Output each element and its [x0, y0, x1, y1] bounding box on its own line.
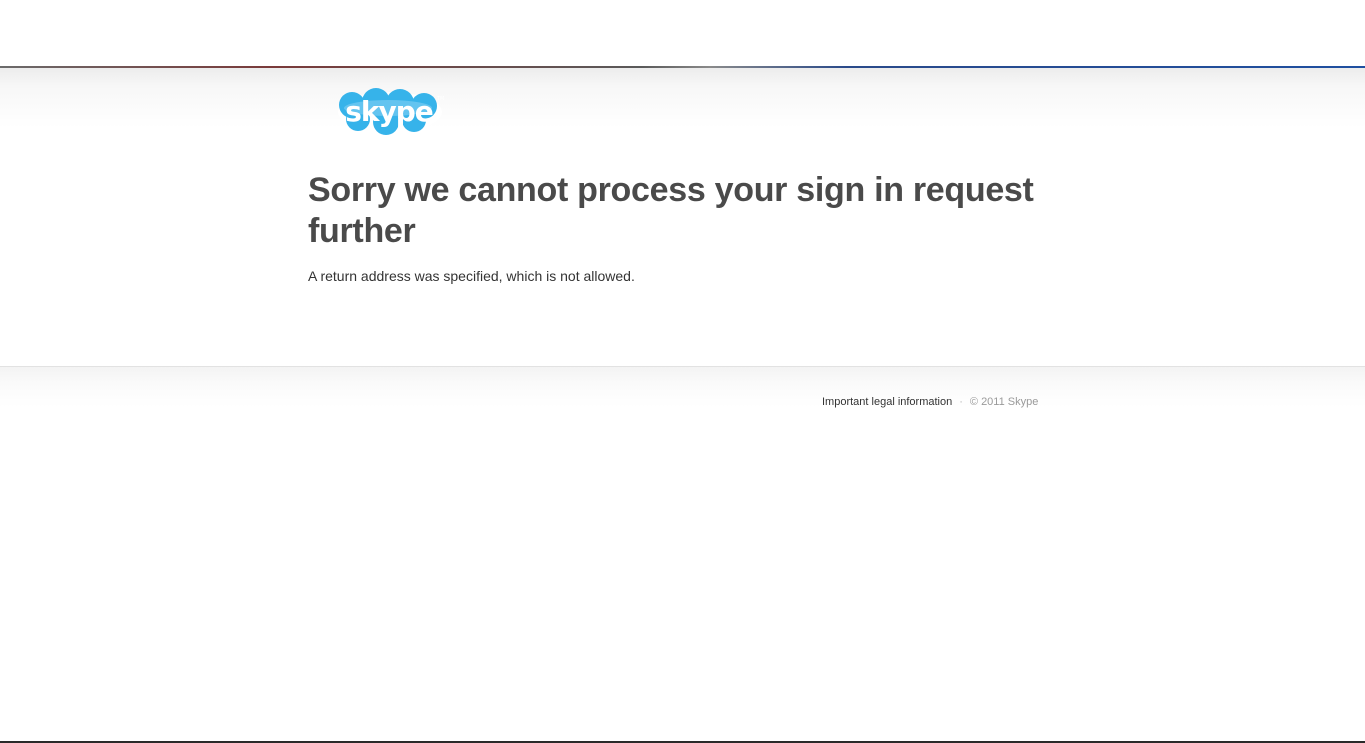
legal-information-link[interactable]: Important legal information — [822, 396, 952, 408]
top-blank-area — [0, 0, 1365, 66]
footer: Important legal information · © 2011 Skype — [822, 396, 1038, 408]
footer-separator: · — [959, 396, 963, 408]
trademark-mark: TM — [436, 96, 444, 102]
copyright-text: © 2011 Skype — [969, 396, 1039, 408]
skype-wordmark: skype — [345, 95, 433, 128]
main-content: skype TM Sorry we cannot process your si… — [0, 68, 1365, 366]
page-title: Sorry we cannot process your sign in req… — [308, 171, 1034, 250]
footer-band — [0, 367, 1365, 407]
skype-logo[interactable]: skype TM — [336, 86, 446, 138]
error-message: A return address was specified, which is… — [308, 268, 635, 284]
